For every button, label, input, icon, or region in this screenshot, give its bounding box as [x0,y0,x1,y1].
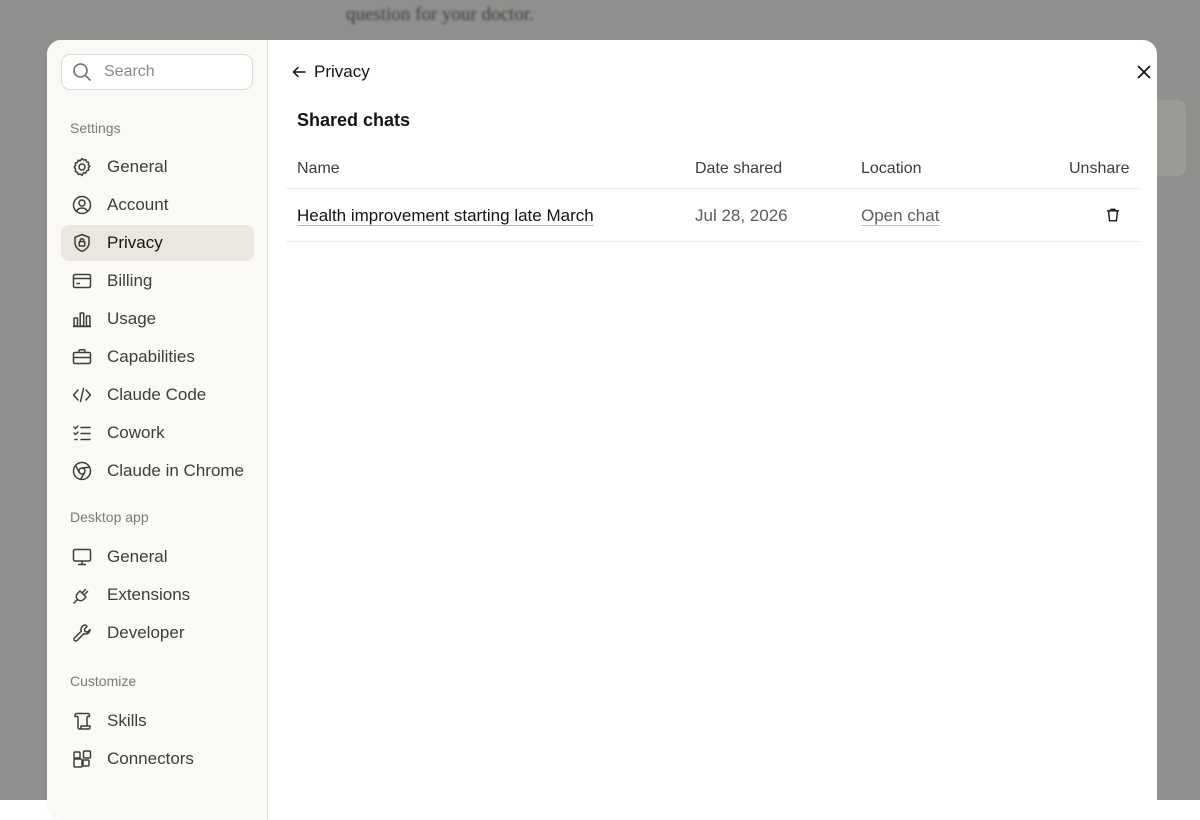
sidebar-item-skills[interactable]: Skills [61,703,254,739]
code-icon [71,384,93,406]
sidebar-item-general[interactable]: General [61,149,254,185]
unshare-button[interactable] [1104,206,1122,224]
globe-icon [71,460,93,482]
column-header-unshare: Unshare [1069,160,1130,177]
sidebar-item-usage[interactable]: Usage [61,301,254,337]
column-header-location: Location [861,160,922,177]
sidebar-item-label: Capabilities [107,347,195,366]
shared-chat-name-link[interactable]: Health improvement starting late March [297,206,594,226]
sidebar-item-label: General [107,157,168,176]
credit-card-icon [71,270,93,292]
close-icon [1137,65,1151,79]
bar-chart-icon [71,308,93,330]
sidebar-item-label: Usage [107,309,157,328]
briefcase-icon [71,346,93,368]
search-icon [73,63,91,81]
sidebar-item-label: Privacy [107,233,163,252]
sidebar-item-label: Account [107,195,169,214]
sidebar-item-claude-code[interactable]: Claude Code [61,377,254,413]
section-label-desktop-app: Desktop app [70,509,149,525]
section-label-settings: Settings [70,120,121,136]
sidebar-item-label: Connectors [107,749,194,768]
shield-icon [71,232,93,254]
sidebar-item-privacy[interactable]: Privacy [61,225,254,261]
sidebar-item-label: Billing [107,271,153,290]
back-button[interactable]: Privacy [291,61,370,83]
close-button[interactable] [1134,62,1154,82]
column-header-name: Name [297,160,340,177]
table-row: Health improvement starting late March J… [286,189,1142,242]
privacy-panel: Privacy Shared chats Name Date shared Lo… [268,40,1157,820]
sidebar-item-cowork[interactable]: Cowork [61,415,254,451]
sidebar-item-desktop-general[interactable]: General [61,539,254,575]
search-box[interactable] [61,54,253,90]
background-text: question for your doctor. [346,4,534,25]
sidebar-item-label: General [107,547,168,566]
page-title: Privacy [314,62,370,81]
sidebar-item-extensions[interactable]: Extensions [61,577,254,613]
sidebar-item-capabilities[interactable]: Capabilities [61,339,254,375]
sidebar-item-claude-in-chrome[interactable]: Claude in Chrome [61,453,254,489]
sidebar-item-connectors[interactable]: Connectors [61,741,254,777]
scroll-icon [71,710,93,732]
sidebar-item-label: Claude in Chrome [107,461,245,480]
shared-chat-date: Jul 28, 2026 [695,206,788,225]
shared-chats-title: Shared chats [297,110,411,130]
settings-modal: Settings General Account [47,40,1157,820]
section-label-customize: Customize [70,673,137,689]
plug-icon [71,584,93,606]
monitor-icon [71,546,93,568]
gear-icon [71,156,93,178]
column-header-date-shared: Date shared [695,160,783,177]
arrow-left-icon [292,66,306,78]
shared-chats-table: Name Date shared Location Unshare Health… [286,148,1142,242]
table-header: Name Date shared Location Unshare [286,148,1142,189]
sidebar-item-billing[interactable]: Billing [61,263,254,299]
user-circle-icon [71,194,93,216]
open-chat-link[interactable]: Open chat [861,206,939,226]
search-input[interactable] [102,62,246,82]
sidebar-item-label: Skills [107,711,147,730]
sidebar-item-label: Extensions [107,585,191,604]
sidebar-item-label: Developer [107,623,185,642]
sidebar-item-developer[interactable]: Developer [61,615,254,651]
settings-sidebar: Settings General Account [47,40,268,820]
checklist-icon [71,422,93,444]
connectors-icon [71,748,93,770]
sidebar-item-label: Claude Code [107,385,207,404]
sidebar-item-account[interactable]: Account [61,187,254,223]
trash-icon [1107,208,1119,222]
wrench-icon [71,622,93,644]
sidebar-item-label: Cowork [107,423,165,442]
